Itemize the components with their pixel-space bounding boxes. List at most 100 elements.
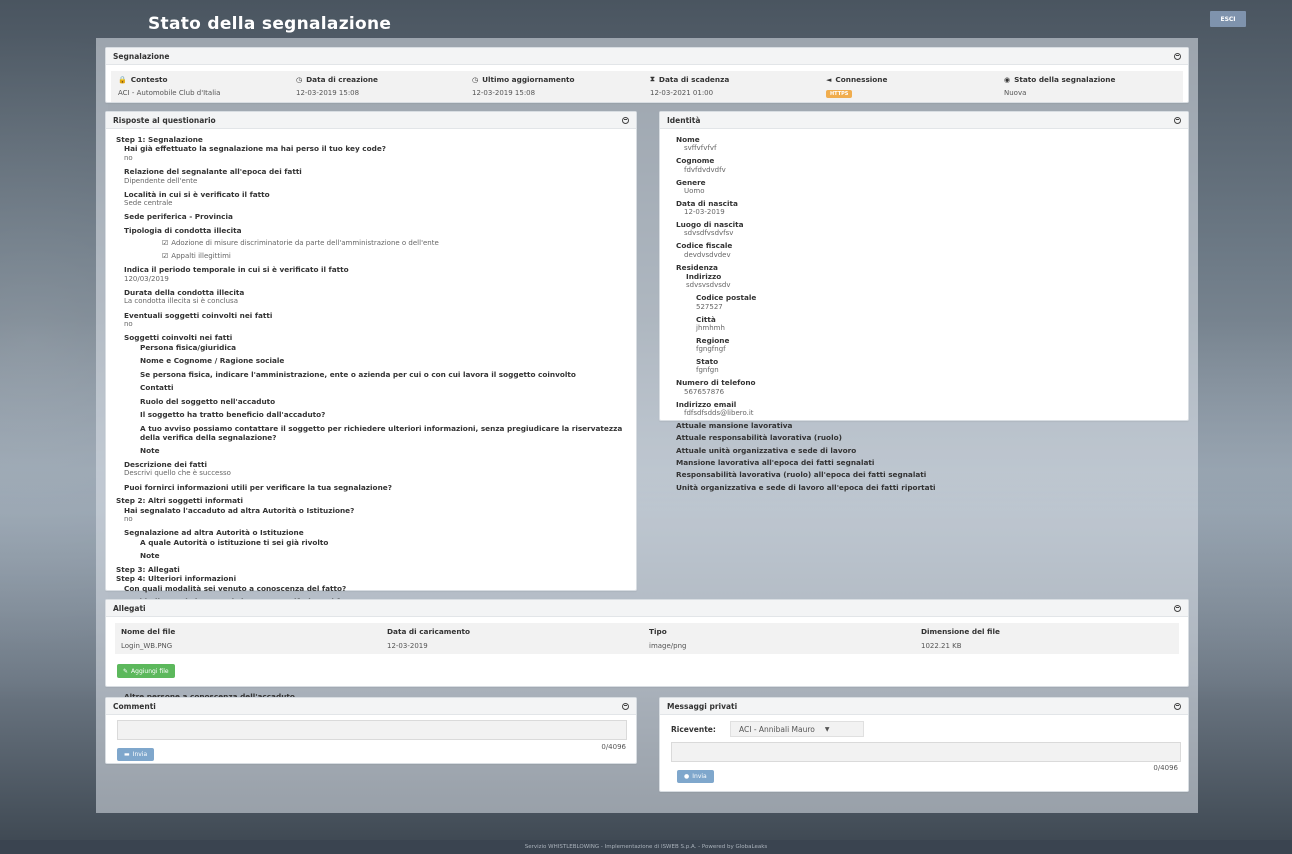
send-message-button[interactable]: ● Invia: [677, 770, 714, 783]
comment-textarea[interactable]: [117, 720, 627, 740]
identita-panel: Identità Nome svffvfvfvf Cognome fdvfdvdvdf…: [659, 111, 1189, 492]
identity-field-label: Luogo di nascita: [676, 220, 744, 230]
identity-field-label: Numero di telefono: [676, 378, 756, 388]
question-label: Località in cui si è verificato il fatto: [124, 189, 270, 199]
add-file-button[interactable]: ✎ Aggiungi file: [117, 664, 175, 678]
question-label: Descrizione dei fatti: [124, 459, 208, 469]
answer-text: Sede centrale: [124, 199, 173, 208]
identity-field-label: Codice postale: [696, 293, 757, 303]
identity-field-value: 12-03-2019: [684, 208, 725, 217]
identita-panel-title: Identità: [667, 115, 701, 125]
answer-text: Dipendente dell'ente: [124, 176, 198, 185]
collapse-icon[interactable]: [1174, 604, 1181, 612]
segnalazione-panel: Segnalazione 🔒 Contesto ◷ Data di creazione…: [105, 47, 1189, 103]
info-header-4: ◄ Connessione: [826, 75, 1004, 84]
comment-counter: 0/4096: [601, 743, 626, 751]
collapse-icon[interactable]: [1174, 52, 1181, 60]
question-label: Se persona fisica, indicare l'amministra…: [140, 369, 576, 379]
logout-button[interactable]: ESCI: [1210, 11, 1246, 27]
info-header-0: 🔒 Contesto: [118, 75, 296, 84]
page-title: Stato della segnalazione: [148, 14, 392, 34]
identity-field-label: Responsabilità lavorativa (ruolo) all'ep…: [676, 470, 927, 480]
gauge-icon: ◉: [1004, 75, 1011, 84]
commenti-panel-header: Commenti: [106, 698, 636, 715]
identity-field-label: Nome: [676, 135, 700, 144]
collapse-icon[interactable]: [622, 702, 629, 710]
question-label: Indica il periodo temporale in cui si è …: [124, 265, 349, 275]
identita-list: Nome svffvfvfvf Cognome fdvfdvdvdfv Genere Uo…: [660, 129, 1188, 498]
question-label: Eventuali soggetti coinvolti nei fatti: [124, 310, 273, 320]
segnalazione-info-table: 🔒 Contesto ◷ Data di creazione ◷ Ultimo aggio…: [111, 71, 1183, 102]
identity-field-value: 527527: [696, 302, 723, 311]
info-value-text: ACI - Automobile Club d'Italia: [118, 89, 221, 97]
messaggi-panel-header: Messaggi privati: [660, 698, 1188, 715]
allegati-panel: Allegati Nome del file Data di caricament…: [105, 599, 1189, 687]
checked-option: ☑ Adozione di misure discriminatorie da p…: [116, 239, 626, 248]
info-value-text: 12-03-2021 01:00: [650, 89, 714, 97]
send-comment-label: Invia: [132, 751, 148, 758]
background-decoration: [0, 0, 108, 854]
identity-field-label: Regione: [696, 335, 730, 345]
send-message-label: Invia: [692, 773, 707, 780]
caret-down-icon: ▼: [824, 725, 830, 733]
step-title: Step 1: Segnalazione: [116, 135, 203, 144]
file-column-header: Dimensione del file: [921, 627, 1000, 636]
identity-field-label: Città: [696, 314, 716, 324]
info-value-text: 12-03-2019 15:08: [472, 89, 536, 97]
info-value-1: 12-03-2019 15:08: [296, 89, 472, 98]
identity-field-label: Attuale responsabilità lavorativa (ruolo…: [676, 433, 842, 443]
file-cell: 1022.21 KB: [921, 642, 962, 650]
file-cell: 12-03-2019: [387, 642, 428, 650]
file-name-link[interactable]: Login_WB.PNG: [121, 642, 387, 650]
step-title: Step 2: Altri soggetti informati: [116, 496, 244, 506]
commenti-panel-title: Commenti: [113, 701, 156, 711]
file-cell: image/png: [649, 642, 687, 650]
send-icon: ◄: [826, 75, 832, 84]
question-label: Ruolo del soggetto nell'accaduto: [140, 396, 276, 406]
clock-icon: ◷: [296, 75, 303, 84]
paperclip-icon: ✎: [123, 667, 129, 675]
question-label: Hai già effettuato la segnalazione ma ha…: [124, 144, 386, 154]
identity-field-value: 567657876: [684, 387, 725, 396]
checked-option: ☑ Appalti illegittimi: [116, 252, 626, 261]
question-label: Segnalazione ad altra Autorità o Istituz…: [124, 528, 304, 538]
answer-text: no: [124, 153, 133, 162]
info-value-text: Nuova: [1004, 89, 1027, 97]
identity-field-value: fdvfdvdvdfv: [684, 165, 726, 174]
file-column-header: Data di caricamento: [387, 627, 471, 636]
step-title: Step 4: Ulteriori informazioni: [116, 574, 237, 584]
info-value-2: 12-03-2019 15:08: [472, 89, 650, 98]
question-label: Sede periferica - Provincia: [124, 212, 233, 222]
message-textarea[interactable]: [671, 742, 1181, 762]
footer: Servizio WHISTLEBLOWING - Implementazion…: [0, 840, 1292, 854]
identity-field-label: Indirizzo: [686, 272, 722, 282]
checkbox-checked-icon: ☑: [162, 239, 169, 248]
question-label: Durata della condotta illecita: [124, 287, 245, 297]
file-column-header: Tipo: [649, 627, 667, 636]
allegati-table: Nome del file Data di caricamento Tipo Dime…: [115, 623, 1179, 654]
risposte-panel-title: Risposte al questionario: [113, 115, 216, 125]
identity-field-label: Data di nascita: [676, 198, 738, 208]
question-label: Hai segnalato l'accaduto ad altra Autori…: [124, 505, 355, 515]
question-label: Soggetti coinvolti nei fatti: [124, 333, 233, 343]
messaggi-panel-title: Messaggi privati: [667, 701, 738, 711]
identity-field-value: fgnfgn: [696, 366, 719, 375]
question-label: Note: [140, 446, 160, 456]
add-file-label: Aggiungi file: [131, 667, 169, 675]
send-comment-button[interactable]: ▬ Invia: [117, 748, 155, 761]
question-label: A tuo avviso possiamo contattare il sogg…: [140, 423, 623, 442]
info-header-label: Data di scadenza: [658, 75, 730, 84]
collapse-icon[interactable]: [622, 116, 629, 124]
collapse-icon[interactable]: [1174, 116, 1181, 124]
connection-badge: HTTPS: [826, 90, 853, 98]
info-value-0: ACI - Automobile Club d'Italia: [118, 89, 296, 98]
segnalazione-panel-title: Segnalazione: [113, 51, 170, 61]
identity-field-label: Cognome: [676, 156, 715, 166]
checked-option-label: Appalti illegittimi: [171, 252, 231, 261]
checked-option-label: Adozione di misure discriminatorie da pa…: [171, 239, 439, 248]
recipient-select[interactable]: ACI - Annibali Mauro ▼: [730, 721, 864, 737]
question-label: Relazione del segnalante all'epoca dei f…: [124, 167, 302, 177]
step-title: Step 3: Allegati: [116, 564, 180, 574]
info-header-label: Contesto: [130, 75, 168, 84]
collapse-icon[interactable]: [1174, 702, 1181, 710]
